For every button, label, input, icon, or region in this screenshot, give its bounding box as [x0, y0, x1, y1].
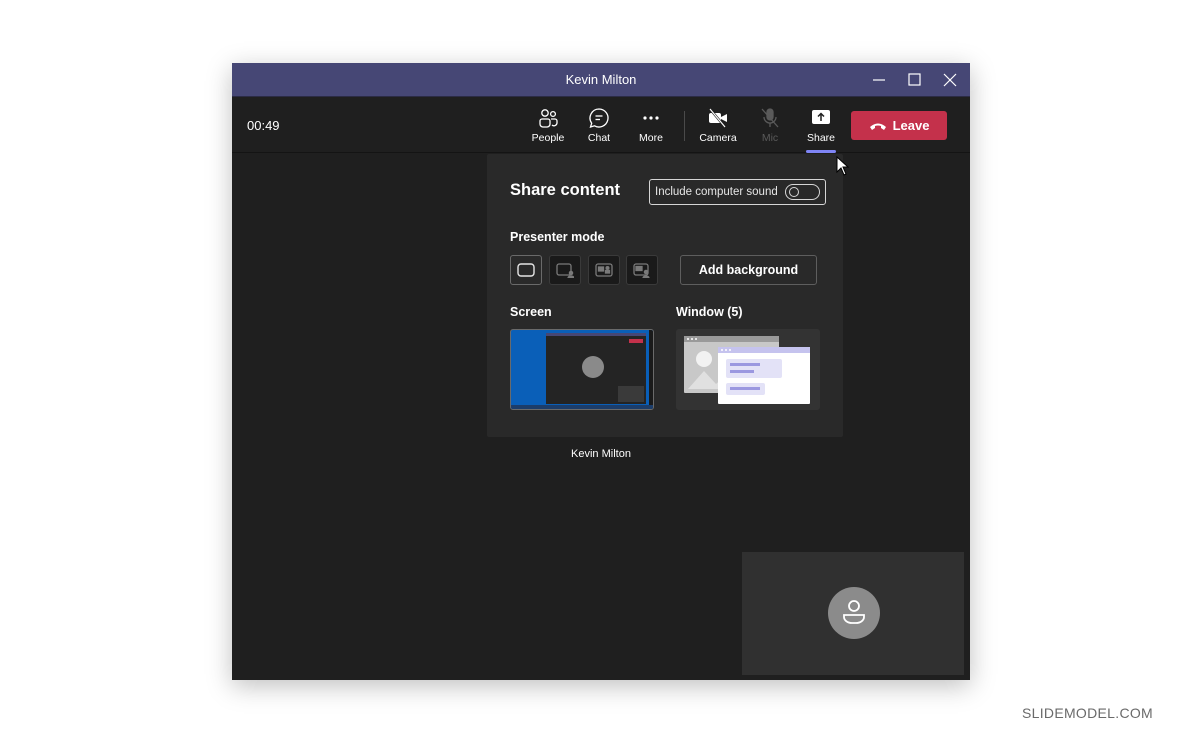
thumbnail-leave-button	[629, 339, 643, 343]
include-computer-sound-toggle[interactable]: Include computer sound	[649, 179, 826, 205]
maximize-icon[interactable]	[903, 69, 925, 91]
toggle-switch[interactable]	[785, 184, 820, 200]
screen-share-thumbnail[interactable]	[510, 329, 654, 410]
share-button[interactable]: Share	[796, 105, 846, 149]
presenter-mode-side-by-side[interactable]	[588, 255, 620, 285]
close-icon[interactable]	[939, 69, 961, 91]
thumbnail-self-tile	[618, 386, 644, 402]
meeting-toolbar: 00:49 People Chat More Camera Mic Share …	[232, 97, 970, 153]
thumbnail-avatar	[582, 356, 604, 378]
phone-hangup-icon	[869, 123, 886, 130]
share-content-panel: Share content Include computer sound Pre…	[487, 154, 843, 437]
people-button[interactable]: People	[523, 105, 573, 149]
include-computer-sound-label: Include computer sound	[655, 186, 778, 198]
add-background-button[interactable]: Add background	[680, 255, 817, 285]
window-share-thumbnail[interactable]	[676, 329, 820, 410]
people-icon	[539, 109, 558, 128]
more-button[interactable]: More	[626, 105, 676, 149]
content-only-icon	[517, 263, 535, 277]
leave-button[interactable]: Leave	[851, 111, 947, 140]
self-video-tile[interactable]	[742, 552, 964, 675]
toggle-knob	[789, 187, 799, 197]
thumbnail-side-strip	[649, 330, 653, 409]
leave-label: Leave	[892, 118, 930, 133]
mouse-cursor-icon	[836, 156, 850, 176]
window-heading: Window (5)	[676, 305, 743, 319]
mic-label: Mic	[761, 132, 779, 144]
windows-illustration-icon	[684, 336, 810, 404]
title-bar: Kevin Milton	[232, 63, 970, 97]
mic-button[interactable]: Mic	[745, 105, 795, 149]
avatar	[828, 587, 880, 639]
share-icon	[812, 110, 830, 124]
standout-icon	[556, 263, 574, 278]
presenter-mode-reporter[interactable]	[626, 255, 658, 285]
camera-button[interactable]: Camera	[693, 105, 743, 149]
share-label: Share	[806, 132, 836, 144]
chat-label: Chat	[587, 132, 611, 144]
thumbnail-taskbar	[511, 405, 653, 409]
chat-icon	[589, 108, 609, 128]
toolbar-divider	[684, 111, 685, 141]
camera-off-icon	[709, 108, 727, 128]
watermark: SLIDEMODEL.COM	[1022, 705, 1153, 721]
people-label: People	[531, 132, 565, 144]
chat-button[interactable]: Chat	[574, 105, 624, 149]
thumbnail-teams-window	[546, 333, 646, 404]
more-icon	[643, 116, 659, 120]
window-title: Kevin Milton	[565, 72, 637, 87]
mic-off-icon	[761, 108, 779, 128]
teams-meeting-window: Kevin Milton 00:49 People Chat More Came…	[232, 63, 970, 680]
share-panel-title: Share content	[510, 181, 621, 199]
call-timer: 00:49	[247, 118, 280, 133]
participant-name-label: Kevin Milton	[571, 448, 631, 460]
presenter-mode-heading: Presenter mode	[510, 230, 605, 244]
presenter-mode-content-only[interactable]	[510, 255, 542, 285]
minimize-icon[interactable]	[868, 69, 890, 91]
reporter-icon	[633, 263, 650, 278]
screen-heading: Screen	[510, 305, 552, 319]
side-by-side-icon	[595, 263, 613, 277]
more-label: More	[639, 132, 663, 144]
share-active-indicator	[806, 150, 836, 153]
camera-label: Camera	[699, 132, 737, 144]
presenter-mode-standout[interactable]	[549, 255, 581, 285]
person-icon	[843, 600, 865, 624]
